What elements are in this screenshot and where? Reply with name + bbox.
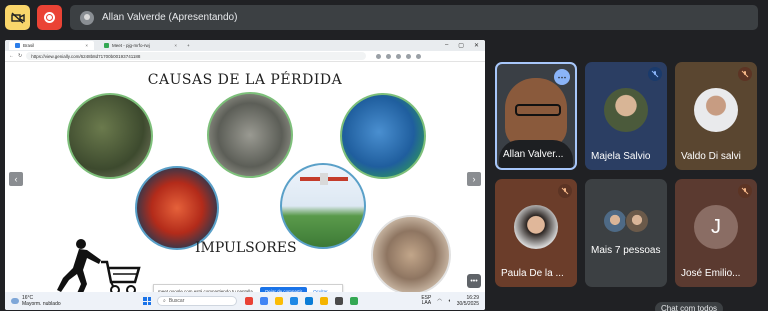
profile-icon[interactable]: [406, 53, 412, 59]
participant-video: [604, 88, 648, 132]
record-button[interactable]: [37, 5, 62, 30]
participant-tile-jose[interactable]: J José Emilio...: [675, 179, 757, 287]
participant-name: Paula De la ...: [501, 268, 564, 279]
window-controls: – ▢ ✕: [445, 42, 485, 49]
slide-subtitle: IMPULSORES: [195, 240, 297, 256]
record-icon: [44, 12, 55, 23]
start-button[interactable]: [143, 297, 151, 305]
tab-label: Meet - pjg-mrfo-rwj: [112, 43, 150, 48]
meet-tab-icon: [104, 43, 109, 48]
genially-tab-icon: [15, 43, 20, 48]
participant-name: Valdo Di salvi: [681, 151, 741, 162]
app-icon[interactable]: [290, 297, 298, 305]
more-options-icon[interactable]: ⋯: [554, 69, 570, 85]
participant-video: [694, 88, 738, 132]
lionfish-image: [135, 166, 219, 250]
search-icon: ⌕: [163, 298, 166, 304]
mic-off-icon: [558, 184, 572, 198]
windows-taskbar: 16°C Mayorm. nublado ⌕ Buscar ESP LAA ◠: [5, 292, 485, 310]
participant-tile-valdo[interactable]: Valdo Di salvi: [675, 62, 757, 170]
fish-catch-image: [207, 92, 293, 178]
participant-name: Majela Salvio: [591, 151, 651, 162]
reload-icon[interactable]: ↻: [18, 53, 22, 59]
presentation-slide: CAUSAS DE LA PÉRDIDA IMPULSORES ‹ › meet…: [5, 62, 485, 300]
weather-widget[interactable]: 16°C Mayorm. nublado: [5, 295, 125, 307]
app-icon[interactable]: [350, 297, 358, 305]
tab-label: Brasil: [23, 43, 35, 48]
participant-video: [499, 78, 573, 168]
app-icon[interactable]: [335, 297, 343, 305]
app-icon[interactable]: [260, 297, 268, 305]
url-text: https://view.genially.com/6248b8d71700b0…: [31, 53, 141, 59]
earth-image: [340, 93, 426, 179]
file-explorer-icon[interactable]: [320, 297, 328, 305]
more-people-label: Mais 7 pessoas: [591, 245, 661, 256]
app-icon[interactable]: [245, 297, 253, 305]
url-bar[interactable]: https://view.genially.com/6248b8d71700b0…: [26, 52, 367, 60]
participant-avatar: [514, 205, 558, 249]
browser-tab-brasil[interactable]: Brasil ×: [9, 41, 94, 50]
browser-tab-meet[interactable]: Meet - pjg-mrfo-rwj ×: [98, 41, 183, 50]
edge-icon[interactable]: [305, 297, 313, 305]
browser-toolbar-icons: [376, 53, 422, 59]
collections-icon[interactable]: [396, 53, 402, 59]
deforestation-image: [67, 93, 153, 179]
cloud-icon: [11, 298, 19, 304]
more-participants-tile[interactable]: Mais 7 pessoas: [585, 179, 667, 287]
presenter-avatar: [80, 10, 94, 25]
slide-title: CAUSAS DE LA PÉRDIDA: [147, 72, 343, 88]
more-options-button[interactable]: •••: [467, 274, 481, 288]
close-window-icon[interactable]: ✕: [474, 42, 479, 49]
weather-text: 16°C Mayorm. nublado: [22, 295, 61, 307]
browser-tabstrip: Brasil × Meet - pjg-mrfo-rwj × + – ▢ ✕: [5, 40, 485, 51]
extensions-icon[interactable]: [386, 53, 392, 59]
next-slide-button[interactable]: ›: [467, 172, 481, 186]
lang-layout: LAA: [421, 300, 432, 306]
wifi-icon[interactable]: ◠: [437, 298, 441, 304]
participant-tile-allan[interactable]: ⋯ Allan Valver...: [495, 62, 577, 170]
previous-slide-button[interactable]: ‹: [9, 172, 23, 186]
crowd-image: [371, 215, 451, 295]
avatar: [625, 209, 649, 233]
mic-off-icon: [738, 67, 752, 81]
camera-off-button[interactable]: [5, 5, 30, 30]
close-tab-icon[interactable]: ×: [85, 43, 88, 48]
menu-icon[interactable]: [416, 53, 422, 59]
close-tab-icon[interactable]: ×: [174, 43, 177, 48]
clock[interactable]: 16:29 30/5/2025: [457, 295, 479, 307]
back-icon[interactable]: ←: [9, 53, 14, 59]
shared-screen: Brasil × Meet - pjg-mrfo-rwj × + – ▢ ✕ ←…: [5, 40, 485, 310]
language-indicator[interactable]: ESP LAA: [421, 296, 431, 306]
search-placeholder: Buscar: [168, 298, 185, 304]
chat-with-everyone-button[interactable]: Chat com todos: [655, 302, 724, 311]
presenter-label: Allan Valverde (Apresentando): [102, 12, 238, 23]
crop-duster-image: [280, 163, 366, 249]
participant-name: José Emilio...: [681, 268, 741, 279]
favorite-icon[interactable]: [376, 53, 382, 59]
presenter-bar: Allan Valverde (Apresentando): [70, 5, 758, 30]
minimize-icon[interactable]: –: [445, 42, 448, 49]
mic-off-icon: [738, 184, 752, 198]
system-tray: ESP LAA ◠ ◖ 16:29 30/5/2025: [421, 295, 485, 307]
initial-avatar: J: [694, 205, 738, 249]
new-tab-icon[interactable]: +: [187, 43, 190, 48]
participant-avatars: [603, 209, 649, 233]
avatar: [603, 209, 627, 233]
participant-tile-majela[interactable]: Majela Salvio: [585, 62, 667, 170]
participant-name: Allan Valver...: [503, 149, 564, 160]
participant-tile-paula[interactable]: Paula De la ...: [495, 179, 577, 287]
weather-desc: Mayorm. nublado: [22, 301, 61, 307]
clock-date: 30/5/2025: [456, 301, 479, 307]
mic-off-icon: [648, 67, 662, 81]
taskbar-search[interactable]: ⌕ Buscar: [157, 296, 237, 306]
address-row: ← ↻ https://view.genially.com/6248b8d717…: [5, 51, 485, 62]
volume-icon[interactable]: ◖: [448, 298, 451, 304]
maximize-icon[interactable]: ▢: [458, 42, 464, 49]
taskbar-apps: [245, 297, 358, 305]
camera-off-icon: [10, 11, 25, 24]
airplane-shape: [300, 173, 348, 185]
chrome-icon[interactable]: [275, 297, 283, 305]
